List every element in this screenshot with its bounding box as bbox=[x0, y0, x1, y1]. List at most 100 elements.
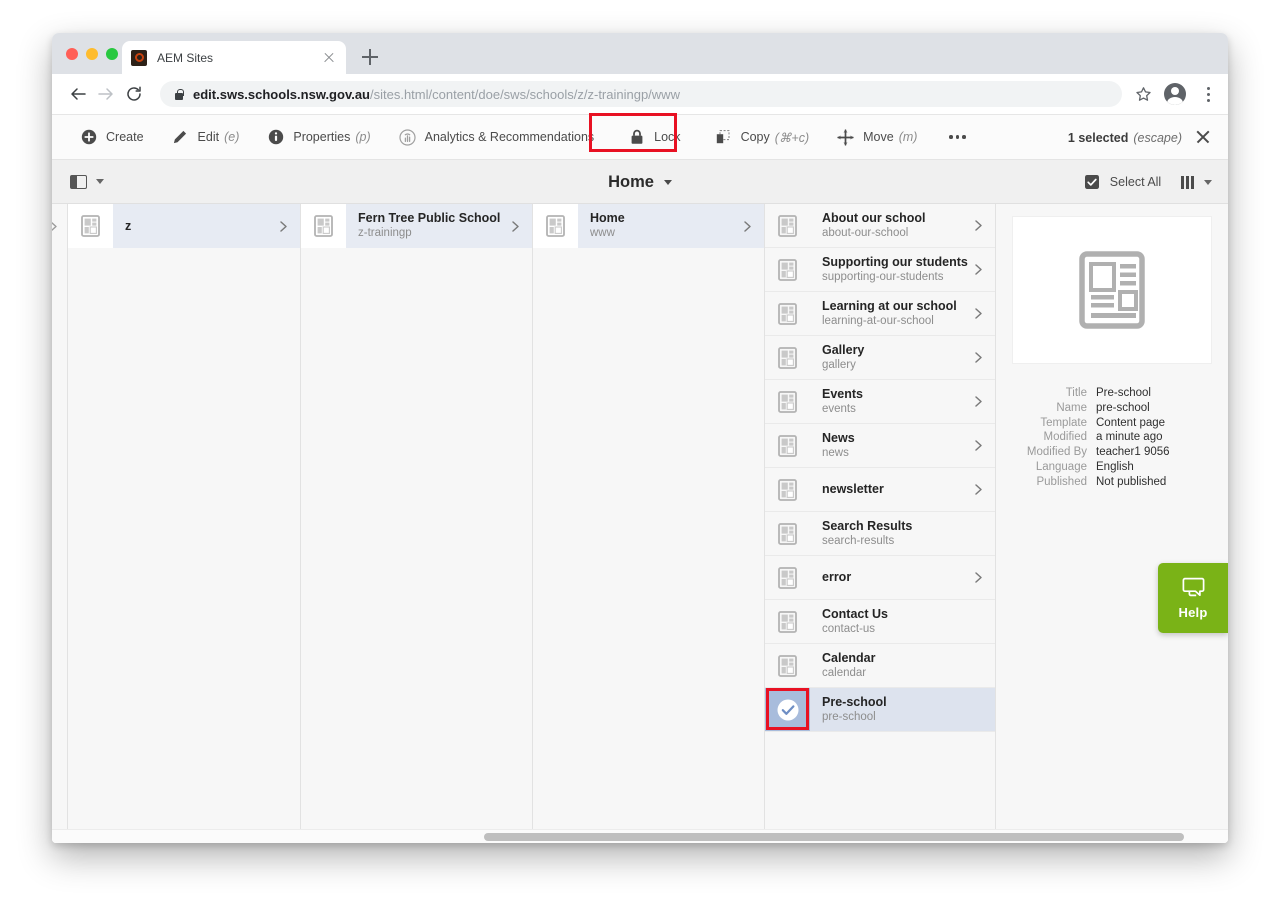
reload-icon[interactable] bbox=[120, 80, 148, 108]
list-item-name: learning-at-our-school bbox=[822, 314, 934, 327]
list-item-title: Home bbox=[590, 211, 625, 225]
list-item-body: Pre-school pre-school bbox=[810, 688, 995, 731]
column-view-icon bbox=[1181, 175, 1194, 189]
page-icon-cell bbox=[765, 248, 810, 291]
chat-bubbles-icon bbox=[1182, 577, 1205, 597]
minimize-window-button[interactable] bbox=[86, 48, 98, 60]
properties-button[interactable]: Properties (p) bbox=[253, 115, 384, 160]
browser-tab[interactable]: AEM Sites bbox=[122, 41, 346, 74]
move-shortcut: (m) bbox=[898, 130, 918, 144]
list-item[interactable]: z bbox=[68, 204, 300, 248]
new-tab-button[interactable] bbox=[360, 47, 380, 67]
create-button[interactable]: Create bbox=[66, 115, 158, 160]
list-item[interactable]: About our school about-our-school bbox=[765, 204, 995, 248]
list-item-title: Gallery bbox=[822, 342, 865, 357]
metadata-key: Modified By bbox=[1026, 446, 1087, 459]
list-item[interactable]: newsletter bbox=[765, 468, 995, 512]
list-item[interactable]: Home www bbox=[533, 204, 764, 248]
list-item-name: about-our-school bbox=[822, 226, 909, 239]
checkbox-checked-icon bbox=[1084, 174, 1101, 191]
list-item[interactable]: Search Results search-results bbox=[765, 512, 995, 556]
chevron-right-icon[interactable] bbox=[969, 351, 987, 364]
chevron-right-icon[interactable] bbox=[969, 307, 987, 320]
pencil-icon bbox=[172, 129, 189, 146]
copy-button[interactable]: Copy (⌘+c) bbox=[701, 115, 824, 160]
metadata-key: Template bbox=[1040, 416, 1087, 429]
list-item[interactable]: Supporting our students supporting-our-st… bbox=[765, 248, 995, 292]
clear-selection-icon[interactable] bbox=[1194, 128, 1212, 146]
chevron-right-icon[interactable] bbox=[969, 263, 987, 276]
chevron-right-icon[interactable] bbox=[274, 220, 292, 233]
list-item[interactable]: Calendar calendar bbox=[765, 644, 995, 688]
list-item-name: events bbox=[822, 402, 856, 415]
list-item-name: supporting-our-students bbox=[822, 270, 944, 283]
horizontal-scrollbar[interactable] bbox=[52, 829, 1228, 843]
tab-title: AEM Sites bbox=[157, 50, 214, 65]
column-school: Fern Tree Public School z-trainingp bbox=[301, 204, 533, 843]
forward-icon[interactable] bbox=[92, 80, 120, 108]
chevron-right-icon bbox=[52, 220, 59, 238]
list-item-selected[interactable]: Pre-school pre-school bbox=[765, 688, 995, 732]
page-icon-cell bbox=[765, 468, 810, 511]
chevron-right-icon[interactable] bbox=[506, 220, 524, 233]
list-item-body: Search Results search-results bbox=[810, 512, 995, 555]
layout-switcher-button[interactable] bbox=[1181, 175, 1212, 189]
edit-label: Edit bbox=[197, 130, 220, 144]
metadata-value: Not published bbox=[1096, 475, 1167, 488]
metadata-row: Published Not published bbox=[1012, 475, 1212, 490]
chevron-right-icon[interactable] bbox=[969, 571, 987, 584]
column-pages: About our school about-our-school Supporti… bbox=[765, 204, 996, 843]
page-icon-cell bbox=[765, 644, 810, 687]
list-item-name: www bbox=[590, 227, 615, 239]
breadcrumb-label: Home bbox=[608, 172, 654, 191]
analytics-icon bbox=[399, 128, 416, 146]
list-item[interactable]: Events events bbox=[765, 380, 995, 424]
page-icon-cell bbox=[765, 204, 810, 247]
selection-escape-hint: (escape) bbox=[1133, 130, 1182, 145]
page-icon bbox=[778, 434, 797, 457]
copy-icon bbox=[715, 129, 732, 146]
list-item-title: Calendar bbox=[822, 650, 876, 665]
address-bar[interactable]: edit.sws.schools.nsw.gov.au/sites.html/c… bbox=[160, 81, 1122, 107]
selection-checkbox[interactable] bbox=[765, 688, 810, 731]
chevron-right-icon[interactable] bbox=[738, 220, 756, 233]
close-window-button[interactable] bbox=[66, 48, 78, 60]
browser-tabstrip: AEM Sites bbox=[52, 33, 1228, 74]
list-item[interactable]: error bbox=[765, 556, 995, 600]
chevron-right-icon[interactable] bbox=[969, 395, 987, 408]
list-item[interactable]: Contact Us contact-us bbox=[765, 600, 995, 644]
maximize-window-button[interactable] bbox=[106, 48, 118, 60]
aem-logo-icon bbox=[131, 49, 147, 66]
close-tab-icon[interactable] bbox=[321, 50, 337, 66]
profile-avatar-icon[interactable] bbox=[1164, 83, 1186, 105]
list-item[interactable]: Fern Tree Public School z-trainingp bbox=[301, 204, 532, 248]
list-item[interactable]: Learning at our school learning-at-our-sc… bbox=[765, 292, 995, 336]
breadcrumb[interactable]: Home bbox=[52, 160, 1228, 204]
page-icon bbox=[778, 610, 797, 633]
list-item-title: Pre-school bbox=[822, 694, 887, 709]
browser-menu-icon[interactable] bbox=[1200, 83, 1216, 105]
copy-label: Copy bbox=[740, 130, 770, 144]
list-item-title: Contact Us bbox=[822, 606, 888, 621]
bookmark-star-icon[interactable] bbox=[1132, 83, 1154, 105]
move-button[interactable]: Move (m) bbox=[823, 115, 931, 160]
horizontal-scrollbar-thumb[interactable] bbox=[484, 833, 1184, 841]
chevron-right-icon[interactable] bbox=[969, 219, 987, 232]
select-all-button[interactable]: Select All bbox=[1084, 174, 1161, 191]
page-icon bbox=[778, 522, 797, 545]
page-icon bbox=[778, 258, 797, 281]
edit-button[interactable]: Edit (e) bbox=[158, 115, 254, 160]
analytics-recommendations-button[interactable]: Analytics & Recommendations bbox=[385, 115, 609, 160]
list-item-body: Learning at our school learning-at-our-sc… bbox=[810, 292, 995, 335]
back-icon[interactable] bbox=[64, 80, 92, 108]
chevron-right-icon[interactable] bbox=[969, 483, 987, 496]
url-path: /sites.html/content/doe/sws/schools/z/z-… bbox=[370, 86, 680, 102]
list-item[interactable]: News news bbox=[765, 424, 995, 468]
help-widget-button[interactable]: Help bbox=[1158, 563, 1228, 633]
lock-button[interactable]: Lock bbox=[608, 115, 700, 160]
list-item-name: gallery bbox=[822, 358, 856, 371]
selection-count: 1 selected bbox=[1067, 130, 1129, 145]
chevron-right-icon[interactable] bbox=[969, 439, 987, 452]
list-item[interactable]: Gallery gallery bbox=[765, 336, 995, 380]
more-actions-button[interactable] bbox=[931, 135, 984, 139]
